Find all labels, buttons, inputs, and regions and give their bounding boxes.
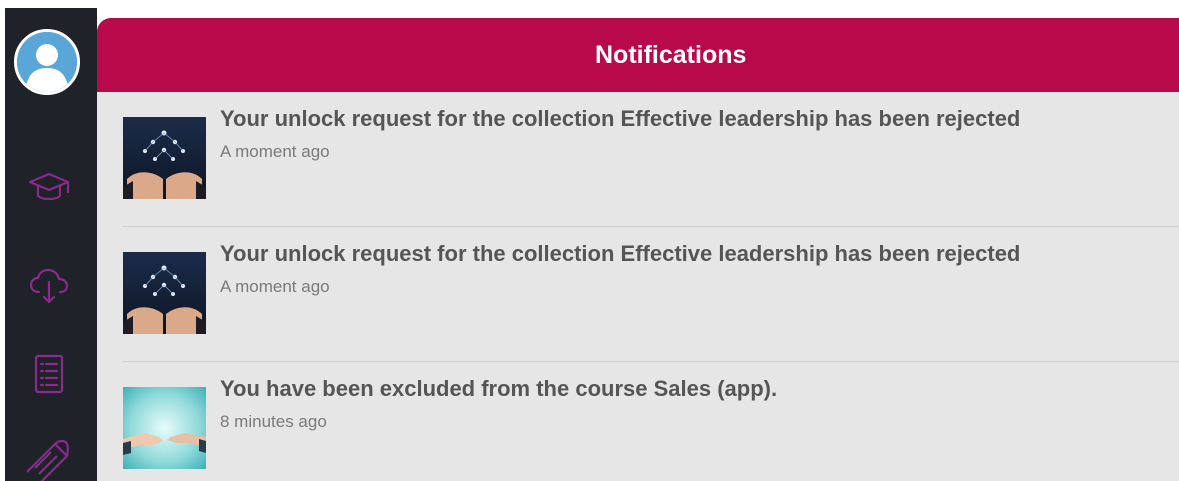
header-bar: Notifications — [97, 18, 1179, 92]
notification-item[interactable]: You have been excluded from the course S… — [97, 362, 1179, 481]
notification-item[interactable]: Your unlock request for the collection E… — [97, 92, 1179, 227]
notification-title: You have been excluded from the course S… — [220, 376, 778, 401]
notifications-panel: Notifications Your unlock request for th… — [97, 18, 1179, 481]
leadership-hands-image — [123, 117, 206, 199]
notification-time: 8 minutes ago — [220, 412, 327, 431]
notification-item[interactable]: Your unlock request for the collection E… — [97, 227, 1179, 362]
notification-title: Your unlock request for the collection E… — [220, 241, 1021, 266]
status-bar — [0, 0, 1179, 8]
diploma-scroll-icon[interactable] — [21, 428, 75, 481]
notification-time: A moment ago — [220, 277, 330, 296]
graduation-cap-icon[interactable] — [27, 166, 71, 210]
list-icon[interactable] — [27, 352, 71, 396]
app-window: Notifications Your unlock request for th… — [0, 0, 1179, 481]
handshake-image — [123, 387, 206, 469]
leadership-hands-image — [123, 252, 206, 334]
notification-time: A moment ago — [220, 142, 330, 161]
notification-title: Your unlock request for the collection E… — [220, 106, 1021, 131]
user-avatar-icon[interactable] — [14, 29, 80, 95]
cloud-download-icon[interactable] — [27, 264, 71, 308]
page-title: Notifications — [595, 41, 747, 69]
sidebar — [5, 8, 97, 481]
